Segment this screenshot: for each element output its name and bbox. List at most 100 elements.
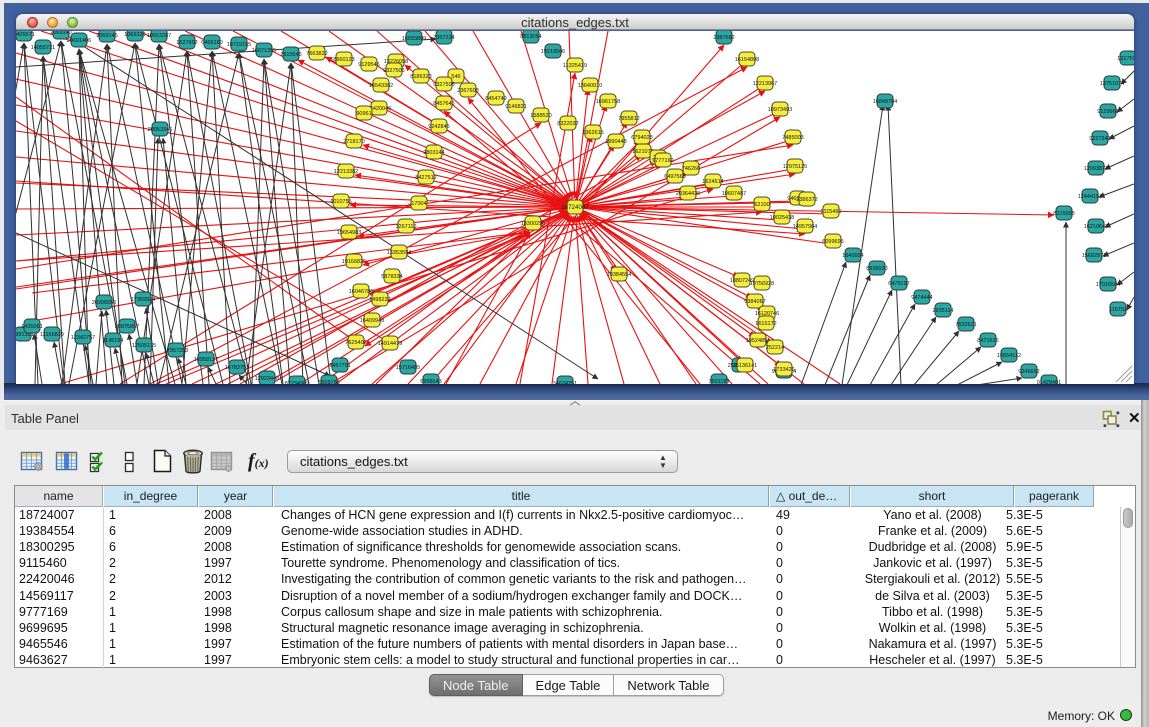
svg-text:6479197: 6479197 xyxy=(888,281,909,287)
svg-text:252214: 252214 xyxy=(766,345,784,351)
svg-text:2718170: 2718170 xyxy=(343,139,364,145)
svg-text:1588520: 1588520 xyxy=(530,113,551,119)
svg-text:14055721: 14055721 xyxy=(31,45,55,51)
svg-text:01429401: 01429401 xyxy=(1037,380,1061,384)
svg-text:6998543: 6998543 xyxy=(420,379,441,384)
svg-text:18300295: 18300295 xyxy=(521,221,545,227)
svg-text:116753: 116753 xyxy=(1109,307,1127,313)
svg-text:12213967: 12213967 xyxy=(753,81,777,87)
svg-text:1527602: 1527602 xyxy=(176,40,197,46)
svg-text:13751074: 13751074 xyxy=(1100,81,1124,87)
svg-text:16782759: 16782759 xyxy=(225,365,249,371)
svg-text:19218506: 19218506 xyxy=(541,49,565,55)
svg-text:9777169: 9777169 xyxy=(652,158,673,164)
svg-text:12342757: 12342757 xyxy=(71,335,95,341)
svg-text:9115460: 9115460 xyxy=(820,209,841,215)
svg-text:11325419: 11325419 xyxy=(563,63,587,69)
svg-text:2367608: 2367608 xyxy=(457,88,478,94)
svg-text:12975125: 12975125 xyxy=(783,164,807,170)
svg-text:4405571: 4405571 xyxy=(16,32,35,38)
svg-text:17004: 17004 xyxy=(411,201,426,207)
svg-text:5009788: 5009788 xyxy=(318,380,339,384)
svg-text:9457791: 9457791 xyxy=(329,363,350,369)
svg-text:20053346: 20053346 xyxy=(148,127,172,133)
svg-text:16848784: 16848784 xyxy=(873,99,897,105)
svg-text:8457645: 8457645 xyxy=(433,101,454,107)
svg-text:10719155: 10719155 xyxy=(227,42,251,48)
svg-text:1362615: 1362615 xyxy=(582,130,603,136)
svg-text:2803144: 2803144 xyxy=(423,150,444,156)
svg-text:16033809: 16033809 xyxy=(402,36,426,42)
svg-text:7632621: 7632621 xyxy=(955,322,976,328)
svg-text:2386372: 2386372 xyxy=(796,197,817,203)
svg-text:10654112: 10654112 xyxy=(997,353,1021,359)
svg-text:9384067: 9384067 xyxy=(744,299,765,305)
svg-text:90961: 90961 xyxy=(356,111,371,117)
svg-text:13640910: 13640910 xyxy=(578,83,602,89)
svg-text:16154808: 16154808 xyxy=(735,57,759,63)
svg-text:8660123: 8660123 xyxy=(333,57,354,63)
svg-text:20206556: 20206556 xyxy=(92,300,116,306)
svg-text:15716485: 15716485 xyxy=(396,365,420,371)
svg-text:8938923: 8938923 xyxy=(866,266,887,272)
svg-text:87234309: 87234309 xyxy=(285,381,309,384)
svg-text:30975857: 30975857 xyxy=(115,324,139,330)
svg-text:16046786: 16046786 xyxy=(349,289,373,295)
svg-text:17359924: 17359924 xyxy=(131,297,155,303)
svg-text:6794028: 6794028 xyxy=(631,135,652,141)
svg-text:62100: 62100 xyxy=(754,202,769,208)
svg-text:2069146: 2069146 xyxy=(96,33,117,39)
svg-text:10025438: 10025438 xyxy=(770,215,794,221)
svg-text:546: 546 xyxy=(451,74,460,80)
svg-text:8322037: 8322037 xyxy=(557,121,578,127)
svg-text:34624751: 34624751 xyxy=(553,381,577,384)
svg-text:14914479: 14914479 xyxy=(378,341,402,347)
svg-text:17016504: 17016504 xyxy=(1096,282,1120,288)
svg-text:19654983: 19654983 xyxy=(337,230,361,236)
svg-text:8471626: 8471626 xyxy=(977,338,998,344)
svg-text:2987682: 2987682 xyxy=(713,35,734,41)
svg-text:16210643: 16210643 xyxy=(1084,224,1108,230)
svg-text:12093872: 12093872 xyxy=(1084,166,1108,172)
svg-text:6497568: 6497568 xyxy=(664,174,685,180)
svg-text:20364436: 20364436 xyxy=(676,191,700,197)
svg-text:1065328: 1065328 xyxy=(124,32,145,38)
svg-text:9327505: 9327505 xyxy=(433,82,454,88)
svg-text:8454749: 8454749 xyxy=(485,96,506,102)
svg-text:5878334: 5878334 xyxy=(381,274,402,280)
svg-text:12505135: 12505135 xyxy=(132,343,156,349)
svg-text:12213382: 12213382 xyxy=(334,169,358,175)
svg-text:6099695: 6099695 xyxy=(822,239,843,245)
svg-text:1010755: 1010755 xyxy=(330,199,351,205)
svg-text:16543382: 16543382 xyxy=(369,83,393,89)
svg-text:19384554: 19384554 xyxy=(607,272,631,278)
svg-text:9129546: 9129546 xyxy=(358,62,379,68)
svg-text:1640954: 1640954 xyxy=(842,253,863,259)
svg-text:2935114: 2935114 xyxy=(932,308,953,314)
svg-text:1317504: 1317504 xyxy=(1117,56,1134,62)
svg-text:19524851: 19524851 xyxy=(746,338,770,344)
svg-text:1990448: 1990448 xyxy=(605,139,626,145)
svg-text:3267110: 3267110 xyxy=(395,224,416,230)
svg-text:19166825: 19166825 xyxy=(342,259,366,265)
svg-text:1498222: 1498222 xyxy=(369,297,390,303)
svg-text:1615172: 1615172 xyxy=(755,321,776,327)
svg-text:20691406: 20691406 xyxy=(67,38,91,44)
svg-text:9129966: 9129966 xyxy=(1097,109,1118,115)
svg-text:7485003: 7485003 xyxy=(782,135,803,141)
svg-text:15136141: 15136141 xyxy=(733,363,757,369)
svg-text:16961758: 16961758 xyxy=(596,99,620,105)
svg-text:10607487: 10607487 xyxy=(722,191,746,197)
svg-text:7991183: 7991183 xyxy=(708,379,729,384)
svg-text:7663822: 7663822 xyxy=(306,51,327,57)
svg-text:11156829: 11156829 xyxy=(40,332,64,338)
svg-text:14957984: 14957984 xyxy=(793,224,817,230)
svg-text:746266: 746266 xyxy=(682,166,700,172)
svg-text:15692971: 15692971 xyxy=(1082,253,1106,259)
svg-text:1624514: 1624514 xyxy=(702,179,723,185)
svg-text:17957253: 17957253 xyxy=(164,348,188,354)
svg-text:9242845: 9242845 xyxy=(428,124,449,130)
svg-text:6466160: 6466160 xyxy=(201,40,222,46)
svg-text:1435061: 1435061 xyxy=(21,324,42,330)
svg-text:9227343: 9227343 xyxy=(1089,136,1110,142)
